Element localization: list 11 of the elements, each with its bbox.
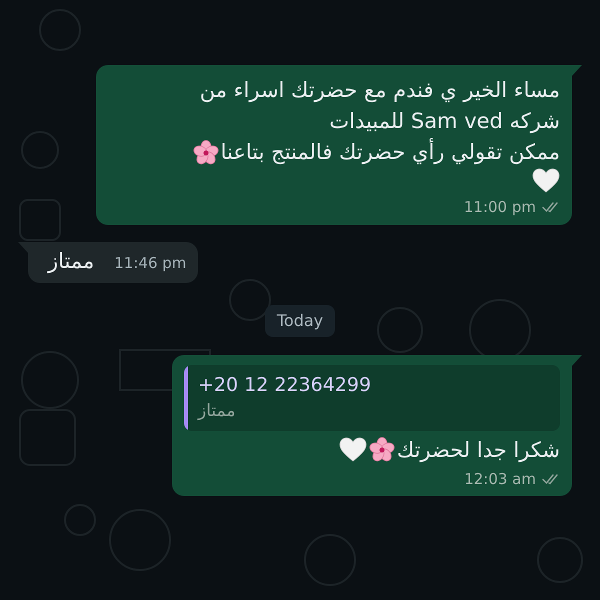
message-time: 11:46 pm: [114, 253, 186, 274]
message-text: شكرا جدا لحضرتك: [396, 436, 560, 464]
message-time: 11:00 pm: [464, 197, 536, 218]
quoted-text: ممتاز: [198, 400, 236, 423]
message-text: شركه Sam ved للمبيدات: [329, 108, 560, 136]
quoted-author: +20 12 22364299: [198, 372, 372, 398]
message-text: ممكن تقولي رأي حضرتك فالمنتج بتاعنا: [220, 137, 560, 166]
message-text: مساء الخير ي فندم مع حضرتك اسراء من: [200, 77, 560, 104]
message-time: 12:03 am: [464, 468, 536, 490]
date-chip: Today: [264, 304, 336, 336]
message-text: ممتاز: [48, 248, 94, 276]
